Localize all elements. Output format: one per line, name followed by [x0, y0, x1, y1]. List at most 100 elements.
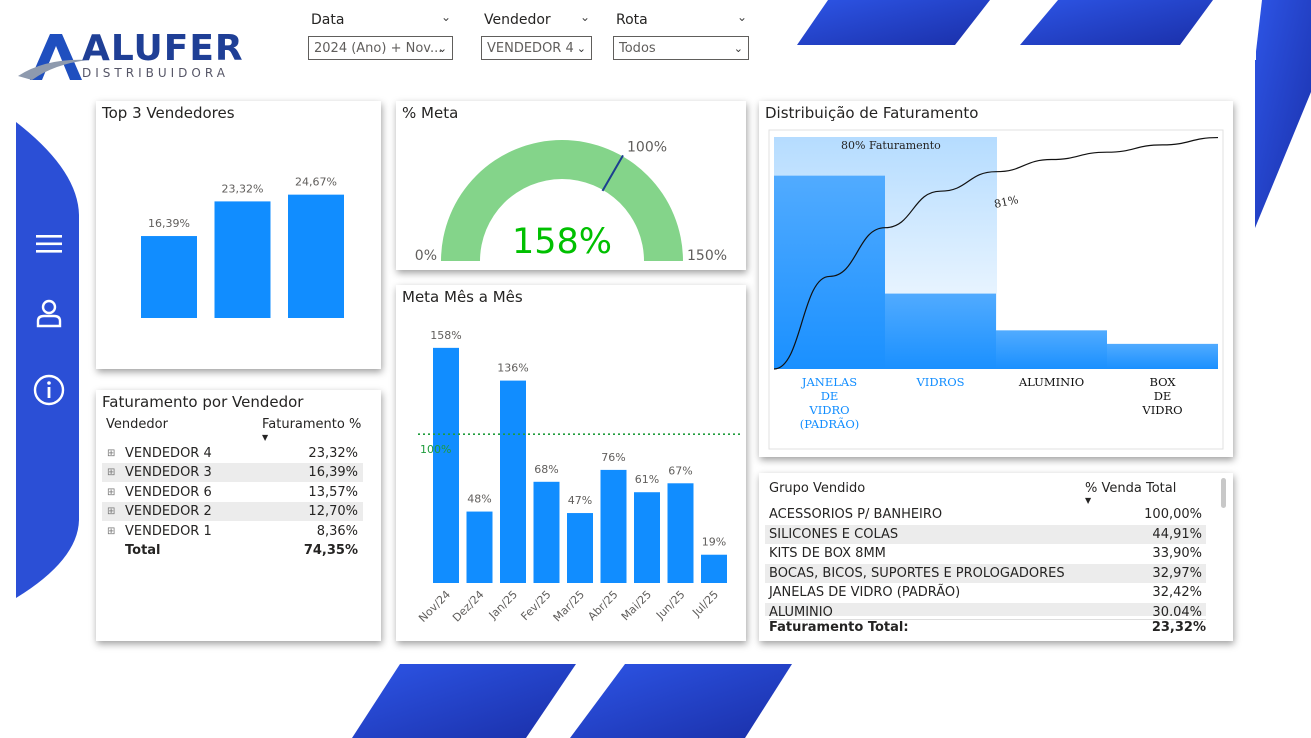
month-tick-label: Mar/25	[551, 588, 587, 624]
month-data-label: 48%	[467, 493, 491, 506]
expand-icon[interactable]: ⊞	[107, 444, 115, 463]
table-row[interactable]: JANELAS DE VIDRO (PADRÃO) 32,42%	[765, 583, 1206, 602]
faturamento-vendedor-title: Faturamento por Vendedor	[102, 393, 304, 411]
category-tick-label: VIDRO	[1141, 403, 1182, 417]
chevron-down-icon[interactable]: ⌄	[580, 10, 590, 24]
filter-vendedor-select[interactable]: VENDEDOR 4 ⌄	[481, 36, 592, 60]
month-data-label: 47%	[568, 494, 592, 507]
total-label: Faturamento Total:	[769, 620, 909, 635]
table-row[interactable]: SILICONES E COLAS 44,91%	[765, 524, 1206, 544]
table-row[interactable]: ALUMINIO 30,04%	[765, 603, 1206, 616]
table-total-row: Faturamento Total: 23,32%	[769, 619, 1206, 638]
category-tick-label: DE	[1154, 389, 1172, 403]
gauge-target-label: 100%	[627, 139, 667, 155]
gauge-min-label: 0%	[415, 248, 437, 264]
grupo-name: JANELAS DE VIDRO (PADRÃO)	[769, 585, 961, 601]
month-data-label: 61%	[635, 473, 659, 486]
total-value: 23,32%	[1151, 620, 1206, 635]
logo: ALUFER DISTRIBUIDORA	[16, 28, 256, 86]
table-row[interactable]: ⊞ VENDEDOR 1 8,36%	[102, 522, 363, 541]
grupo-name: KITS DE BOX 8MM	[769, 546, 886, 562]
band-label: 80% Faturamento	[841, 139, 941, 152]
grupo-value: 100,00%	[1144, 507, 1202, 522]
grupo-value: 33,90%	[1152, 546, 1202, 562]
vendedor-name: VENDEDOR 4	[125, 446, 212, 461]
month-data-label: 76%	[601, 451, 625, 464]
user-icon[interactable]	[31, 296, 67, 332]
column-header-vendedor[interactable]: Vendedor	[106, 417, 168, 432]
expand-icon[interactable]: ⊞	[107, 463, 115, 482]
category-bar	[1107, 343, 1218, 369]
logo-name: ALUFER	[82, 28, 244, 69]
month-tick-label: Jan/25	[486, 588, 520, 622]
info-icon[interactable]	[31, 372, 67, 408]
filter-data-select[interactable]: 2024 (Ano) + Nov... ⌄	[308, 36, 453, 60]
category-tick-label: BOX	[1149, 375, 1176, 389]
sort-desc-icon[interactable]: ▼	[262, 433, 268, 442]
month-bar	[433, 347, 459, 583]
filter-vendedor-label: Vendedor	[484, 12, 551, 28]
category-tick-label: ALUMINIO	[1018, 375, 1084, 389]
month-bar	[466, 511, 493, 583]
table-row[interactable]: BOCAS, BICOS, SUPORTES E PROLOGADORES 32,…	[765, 563, 1206, 583]
table-row[interactable]: ACESSORIOS P/ BANHEIRO 100,00%	[765, 505, 1206, 524]
filter-data-label: Data	[311, 12, 345, 28]
category-bar	[996, 330, 1107, 369]
table-row[interactable]: ⊞ VENDEDOR 6 13,57%	[102, 483, 363, 502]
grupo-value: 30,04%	[1152, 605, 1202, 616]
expand-icon[interactable]: ⊞	[107, 522, 115, 541]
chevron-down-icon[interactable]: ⌄	[737, 10, 747, 24]
expand-icon[interactable]: ⊞	[107, 483, 115, 502]
dropdown-arrow-icon[interactable]: ⌄	[577, 37, 586, 59]
chevron-down-icon[interactable]: ⌄	[441, 10, 451, 24]
top3-bar	[141, 236, 197, 318]
vendedor-value: 8,36%	[316, 523, 358, 539]
month-bar	[634, 492, 660, 583]
month-data-label: 68%	[534, 463, 558, 476]
meta-mes-chart: 158% Nov/24 48% Dez/24 136% Jan/25 68% Fev/25 47…	[416, 329, 742, 625]
grupo-name: ACESSORIOS P/ BANHEIRO	[769, 507, 943, 522]
month-bar	[500, 380, 526, 583]
dropdown-arrow-icon[interactable]: ⌄	[438, 37, 447, 59]
month-bar	[701, 554, 727, 583]
grupo-table-body: ACESSORIOS P/ BANHEIRO 100,00% SILICONES E…	[759, 473, 1233, 616]
category-tick-label: DE	[821, 389, 839, 403]
menu-icon[interactable]	[31, 226, 67, 262]
gauge-value-label: 158%	[512, 222, 612, 262]
month-data-label: 67%	[668, 464, 692, 477]
table-row[interactable]: ⊞ VENDEDOR 3 16,39%	[102, 463, 363, 483]
category-tick-label: (PADRÃO)	[800, 417, 860, 431]
category-tick-label: VIDRO	[808, 403, 849, 417]
month-tick-label: Jul/25	[689, 588, 721, 620]
vendedor-value: 12,70%	[308, 504, 358, 520]
top3-data-label: 16,39%	[148, 217, 190, 230]
top3-card: Top 3 Vendedores 16,39% 23,32% 24,67%	[96, 101, 381, 369]
grupo-value: 32,97%	[1152, 565, 1202, 581]
column-header-faturamento[interactable]: Faturamento %	[262, 417, 361, 432]
filter-rota-select[interactable]: Todos ⌄	[613, 36, 749, 60]
month-tick-label: Mai/25	[619, 588, 654, 623]
dropdown-arrow-icon[interactable]: ⌄	[734, 37, 743, 59]
category-tick-label: JANELAS	[801, 375, 857, 389]
top3-bar	[288, 194, 344, 318]
distribuicao-chart: 80% Faturamento81%JANELASDEVIDRO(PADRÃO)…	[768, 129, 1224, 450]
meta-gauge-chart: 100% 0% 150% 158%	[415, 139, 727, 264]
filter-rota-value: Todos	[619, 41, 656, 56]
top3-chart: 16,39% 23,32% 24,67%	[141, 176, 344, 318]
meta-gauge-card: % Meta 100% 0% 150% 158%	[396, 101, 746, 270]
expand-icon[interactable]: ⊞	[107, 502, 115, 521]
vendedor-name: VENDEDOR 2	[125, 504, 212, 520]
top3-data-label: 24,67%	[295, 176, 337, 189]
table-row[interactable]: ⊞ VENDEDOR 4 23,32%	[102, 444, 363, 463]
category-bar	[885, 293, 996, 369]
faturamento-vendedor-card: Faturamento por Vendedor Vendedor Fatura…	[96, 390, 381, 641]
logo-tagline: DISTRIBUIDORA	[82, 66, 229, 80]
category-bar	[774, 175, 885, 369]
table-row[interactable]: ⊞ VENDEDOR 2 12,70%	[102, 502, 363, 522]
distribuicao-card: Distribuição de Faturamento 80% Faturame…	[759, 101, 1233, 457]
month-tick-label: Dez/24	[450, 588, 487, 625]
vendedor-name: VENDEDOR 1	[125, 523, 212, 539]
table-row[interactable]: KITS DE BOX 8MM 33,90%	[765, 544, 1206, 563]
vendedor-name: VENDEDOR 6	[125, 484, 212, 500]
month-bar	[667, 483, 694, 583]
